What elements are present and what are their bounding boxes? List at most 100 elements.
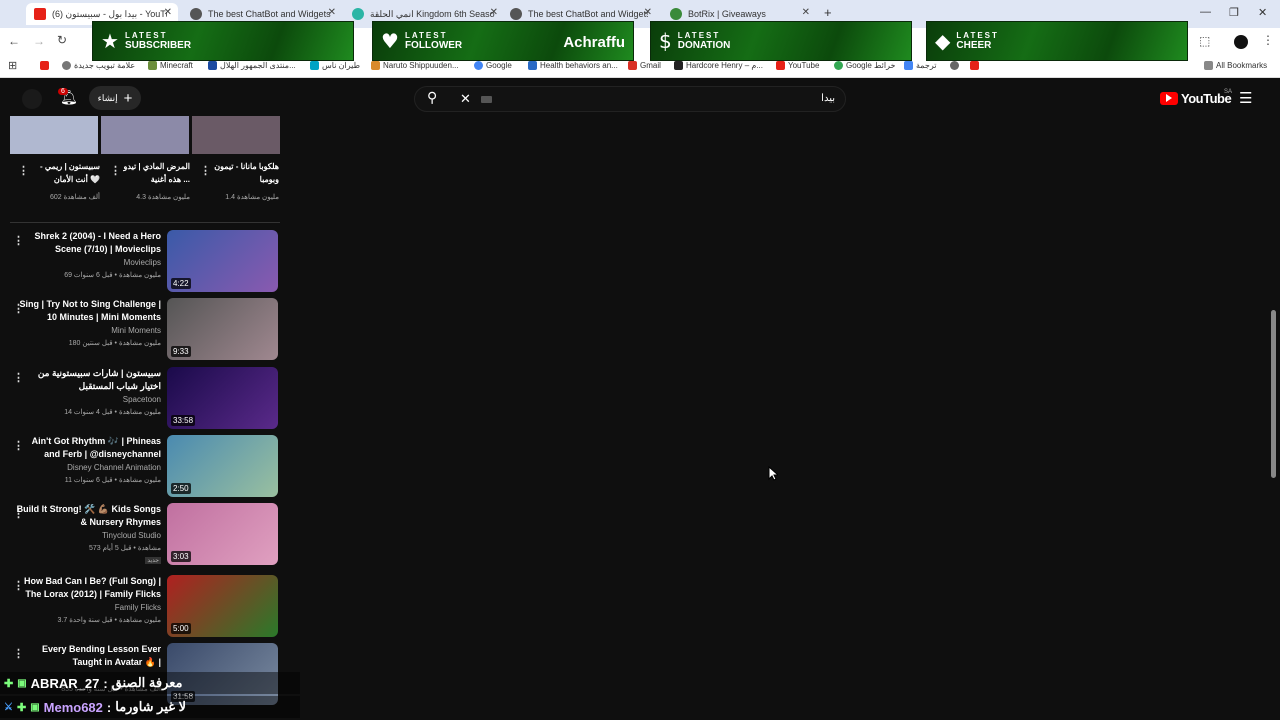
tab-title: The best ChatBot and Widgets <box>208 9 331 19</box>
bookmark-label: طيران ناس <box>322 61 360 70</box>
more-options-icon[interactable]: ⋮ <box>110 164 121 177</box>
all-bookmarks[interactable]: All Bookmarks <box>1204 61 1267 70</box>
minimize-icon[interactable]: — <box>1200 6 1211 18</box>
bookmark-label: ترجمة <box>916 61 937 70</box>
short-title[interactable]: المرض المادي | تيدو هذه أغنية ... <box>118 160 190 186</box>
bookmark-item[interactable]: YouTube <box>776 61 819 70</box>
back-icon[interactable]: ← <box>8 34 20 48</box>
bookmark-item[interactable]: Minecraft <box>148 61 193 70</box>
video-item[interactable]: ⋮ Build It Strong! 🛠️ 💪🏽 Kids Songs & Nu… <box>0 503 290 569</box>
clear-search-icon[interactable]: ✕ <box>460 91 471 107</box>
video-title[interactable]: Every Bending Lesson Ever Taught in Avat… <box>16 643 161 669</box>
bookmark-item[interactable] <box>950 61 959 70</box>
search-bar[interactable]: ⚲ ✕ بيدا <box>414 86 846 112</box>
extensions-icon[interactable]: ⬚ <box>1199 34 1210 48</box>
video-item[interactable]: ⋮ Ain't Got Rhythm 🎶 | Phineas and Ferb … <box>0 435 290 501</box>
bookmark-label: Naruto Shippuuden... <box>383 61 459 70</box>
reload-icon[interactable]: ↻ <box>57 33 67 47</box>
globe-icon <box>950 61 959 70</box>
forward-icon[interactable]: → <box>33 34 45 48</box>
channel-name[interactable]: Movieclips <box>124 258 161 267</box>
bookmark-item[interactable]: ترجمة <box>904 61 937 70</box>
forum-icon <box>208 61 217 70</box>
alert-label: LATEST <box>956 31 999 40</box>
video-title[interactable]: Shrek 2 (2004) - I Need a Hero Scene (7/… <box>16 230 161 256</box>
dollar-icon: $ <box>659 29 672 53</box>
video-title[interactable]: سبيستون | شارات سبيستونية من اختيار شباب… <box>16 367 161 393</box>
browser-menu-icon[interactable]: ⋮ <box>1262 33 1274 47</box>
heart-icon: ♥ <box>381 29 399 53</box>
channel-name[interactable]: Mini Moments <box>111 326 161 335</box>
chat-badge-icon: ✚ <box>4 677 14 690</box>
search-input[interactable]: بيدا <box>821 93 835 104</box>
short-thumbnail[interactable] <box>101 116 189 154</box>
channel-name[interactable]: Tinycloud Studio <box>102 531 161 540</box>
video-title[interactable]: Build It Strong! 🛠️ 💪🏽 Kids Songs & Nurs… <box>16 503 161 529</box>
bookmark-item[interactable]: طيران ناس <box>310 61 360 70</box>
bookmark-item[interactable]: Gmail <box>628 61 661 70</box>
bookmark-label: Google <box>486 61 512 70</box>
video-title[interactable]: How Bad Can I Be? (Full Song) | The Lora… <box>16 575 161 601</box>
bookmark-item[interactable]: علامة تبويب جديدة <box>62 61 135 70</box>
video-item[interactable]: ⋮ سبيستون | شارات سبيستونية من اختيار شب… <box>0 367 290 433</box>
hamburger-menu-icon[interactable]: ☰ <box>1239 89 1252 107</box>
new-tab-button[interactable]: + <box>824 5 832 20</box>
bookmark-label: Google خرائط <box>846 61 896 70</box>
bookmark-item[interactable] <box>40 61 49 70</box>
search-icon[interactable]: ⚲ <box>427 90 437 106</box>
video-item[interactable]: ⋮ Shrek 2 (2004) - I Need a Hero Scene (… <box>0 230 290 296</box>
latest-cheer-alert: ◆ LATEST CHEER <box>926 21 1188 61</box>
close-tab-icon[interactable]: ✕ <box>164 7 172 18</box>
video-title[interactable]: Sing | Try Not to Sing Challenge | 10 Mi… <box>16 298 161 324</box>
short-thumbnail[interactable] <box>192 116 280 154</box>
bookmark-item[interactable]: Google <box>474 61 512 70</box>
video-item[interactable]: ⋮ How Bad Can I Be? (Full Song) | The Lo… <box>0 575 290 641</box>
short-title[interactable]: هلكوبا مانانا - تيمون وبومبا <box>205 160 279 186</box>
youtube-favicon-icon <box>34 8 46 20</box>
more-options-icon[interactable]: ⋮ <box>200 164 211 177</box>
thumbnail-image <box>10 116 98 154</box>
more-options-icon[interactable]: ⋮ <box>18 164 29 177</box>
short-thumbnail[interactable] <box>10 116 98 154</box>
globe-icon <box>62 61 71 70</box>
alert-type: FOLLOWER <box>404 40 463 51</box>
bookmark-item[interactable]: Naruto Shippuuden... <box>371 61 459 70</box>
close-tab-icon[interactable]: ✕ <box>328 7 336 18</box>
close-window-icon[interactable]: ✕ <box>1258 6 1267 19</box>
bookmark-item[interactable] <box>970 61 979 70</box>
create-button[interactable]: إنشاء + <box>89 86 141 110</box>
video-meta: 11 مليون مشاهدة • قبل 6 سنوات <box>64 477 161 484</box>
bookmark-item[interactable]: منتدى الجمهور الهلال... <box>208 61 296 70</box>
keyboard-icon[interactable] <box>481 96 492 103</box>
video-item[interactable]: ⋮ Sing | Try Not to Sing Challenge | 10 … <box>0 298 290 364</box>
maximize-icon[interactable]: ❐ <box>1229 6 1239 19</box>
video-title[interactable]: Ain't Got Rhythm 🎶 | Phineas and Ferb | … <box>16 435 161 461</box>
youtube-icon <box>40 61 49 70</box>
channel-name[interactable]: Spacetoon <box>123 395 161 404</box>
site-favicon-icon <box>190 8 202 20</box>
bookmark-item[interactable]: Hardcore Henry – م... <box>674 61 763 70</box>
create-label: إنشاء <box>97 92 118 103</box>
apps-grid-icon[interactable]: ⊞ <box>8 59 17 72</box>
close-tab-icon[interactable]: ✕ <box>644 7 652 18</box>
short-views: 602 ألف مشاهدة <box>49 194 100 201</box>
channel-name[interactable]: Disney Channel Animation <box>67 463 161 472</box>
close-tab-icon[interactable]: ✕ <box>490 7 498 18</box>
profile-avatar[interactable] <box>1234 35 1248 49</box>
bookmark-label: YouTube <box>788 61 820 70</box>
page-icon <box>528 61 537 70</box>
divider <box>10 222 280 223</box>
bookmark-item[interactable]: Health behaviors an... <box>528 61 618 70</box>
user-avatar[interactable] <box>22 89 42 109</box>
short-title[interactable]: سبيستون | ريمي - أنت الأمان 🤍 <box>30 160 100 186</box>
bookmark-label: Hardcore Henry – م... <box>686 61 763 70</box>
short-views: 4.3 مليون مشاهدة <box>136 194 190 201</box>
bookmark-item[interactable]: Google خرائط <box>834 61 895 70</box>
close-tab-icon[interactable]: ✕ <box>802 7 810 18</box>
bookmark-label: منتدى الجمهور الهلال... <box>220 61 296 70</box>
channel-name[interactable]: Family Flicks <box>115 603 161 612</box>
chat-message: ⚔ ✚ ▣ Memo682 : لا غير شاورما <box>0 696 300 718</box>
chat-username: Memo682 <box>43 699 103 715</box>
scrollbar-thumb[interactable] <box>1271 310 1276 478</box>
star-icon: ★ <box>101 29 119 53</box>
